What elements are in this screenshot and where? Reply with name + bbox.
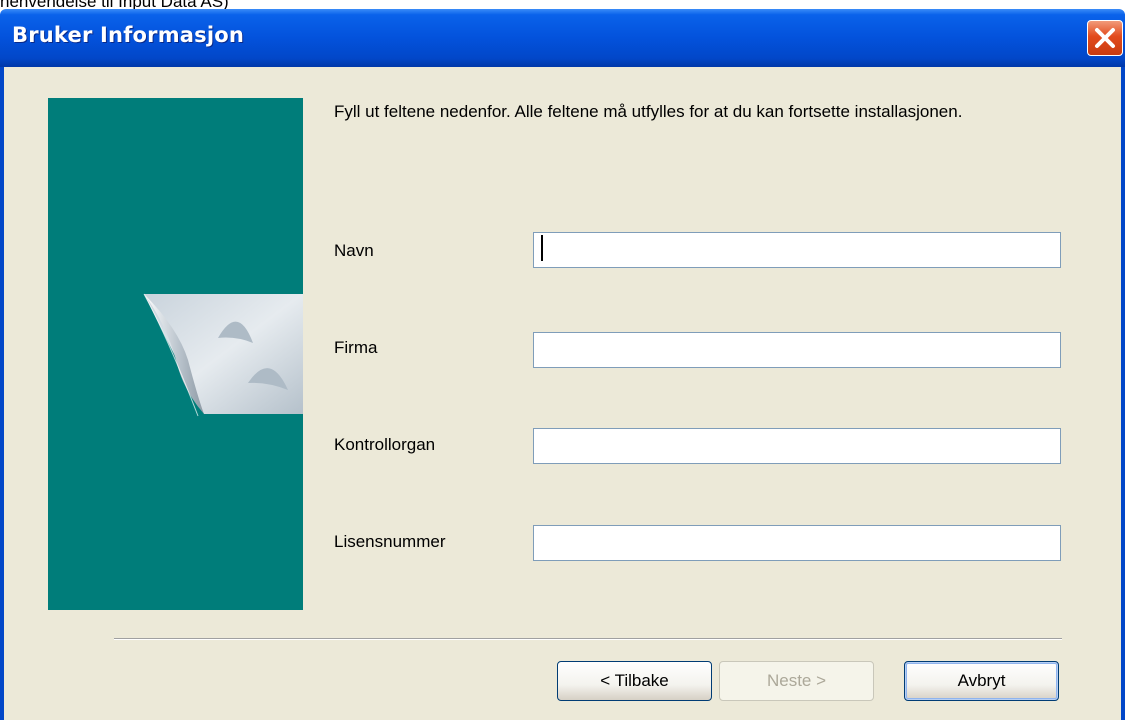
authority-input[interactable] xyxy=(533,428,1061,464)
setup-dialog-window: Bruker Informasjon Fyll ut feltene neden… xyxy=(0,9,1125,720)
next-button[interactable]: Neste > xyxy=(719,661,874,701)
text-caret xyxy=(541,235,543,261)
close-button[interactable] xyxy=(1087,20,1123,56)
company-input[interactable] xyxy=(533,332,1061,368)
button-separator xyxy=(114,638,1062,640)
side-banner-image xyxy=(48,98,303,610)
close-icon xyxy=(1095,28,1115,48)
top-caption-text: henvendelse til Input Data AS) xyxy=(0,0,229,11)
cancel-button[interactable]: Avbryt xyxy=(904,661,1059,701)
company-label: Firma xyxy=(334,338,378,357)
name-input[interactable] xyxy=(533,232,1061,268)
instruction-text: Fyll ut feltene nedenfor. Alle feltene m… xyxy=(334,102,963,121)
license-number-input[interactable] xyxy=(533,525,1061,561)
dialog-body: Fyll ut feltene nedenfor. Alle feltene m… xyxy=(4,67,1121,720)
window-title: Bruker Informasjon xyxy=(12,23,245,47)
license-number-label: Lisensnummer xyxy=(334,532,446,551)
title-bar[interactable]: Bruker Informasjon xyxy=(0,9,1125,67)
name-label: Navn xyxy=(334,241,374,260)
authority-label: Kontrollorgan xyxy=(334,435,436,454)
window-frame-right xyxy=(1121,67,1125,720)
back-button[interactable]: < Tilbake xyxy=(557,661,712,701)
page-curl-graphic xyxy=(143,293,303,417)
